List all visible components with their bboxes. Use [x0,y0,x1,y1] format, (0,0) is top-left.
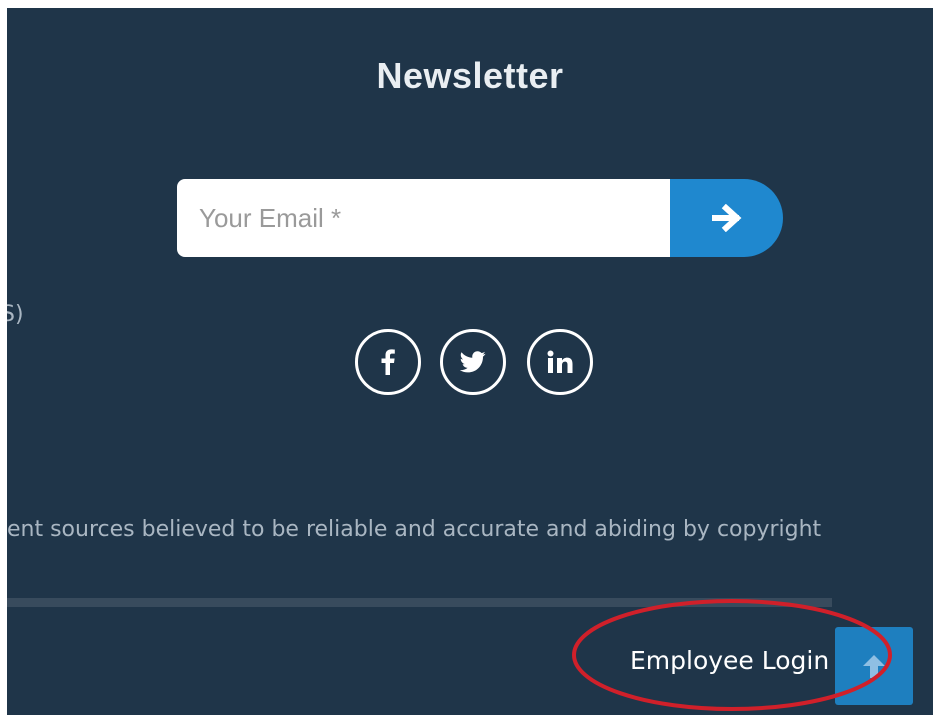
facebook-link[interactable] [355,329,421,395]
back-to-top-button[interactable] [835,627,913,705]
newsletter-title: Newsletter [376,55,564,96]
employee-login-link[interactable]: Employee Login [630,646,829,675]
cut-off-text: S) [7,302,24,327]
twitter-icon [460,351,486,373]
footer-section: Newsletter S) ent sources believed to be… [7,8,933,715]
arrow-right-icon [711,204,741,232]
disclaimer-text: ent sources believed to be reliable and … [7,517,822,542]
twitter-link[interactable] [440,329,506,395]
linkedin-link[interactable] [527,329,593,395]
arrow-up-icon [863,655,885,678]
footer-divider [7,598,832,607]
newsletter-form [177,179,783,257]
email-input[interactable] [177,179,670,257]
facebook-icon [381,349,395,375]
linkedin-icon [547,350,573,373]
subscribe-button[interactable] [670,179,783,257]
